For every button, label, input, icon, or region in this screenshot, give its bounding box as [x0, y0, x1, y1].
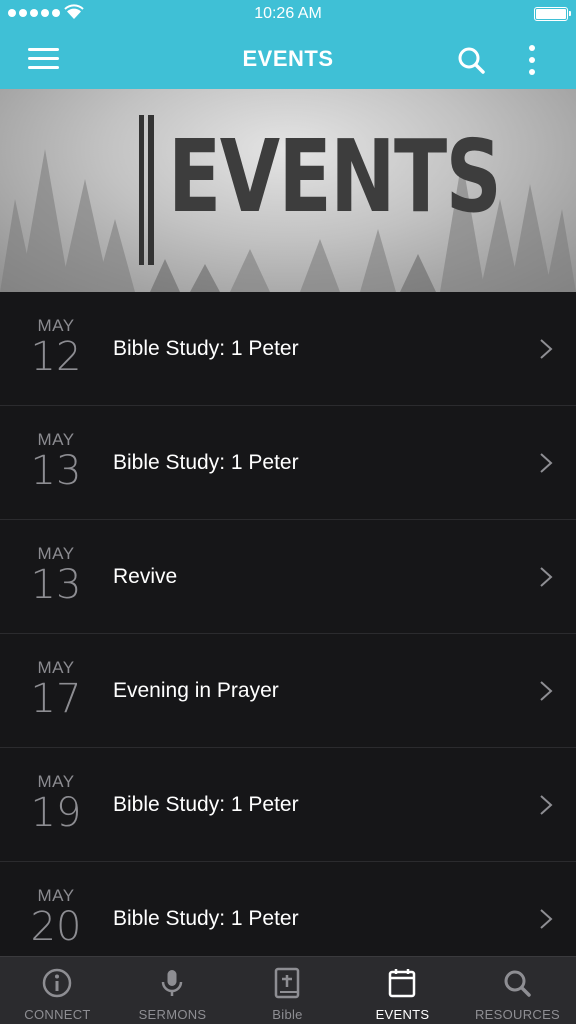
tab-bible[interactable]: Bible — [230, 957, 345, 1024]
microphone-icon — [161, 970, 183, 996]
event-list: MAY 12 Bible Study: 1 Peter MAY 13 Bible Stud… — [0, 292, 576, 956]
event-title: Evening in Prayer — [113, 679, 279, 702]
event-row[interactable]: MAY 17 Evening in Prayer — [0, 634, 576, 748]
more-vertical-icon[interactable] — [520, 43, 544, 77]
event-date: MAY 17 — [20, 658, 92, 719]
search-icon — [504, 970, 531, 997]
tab-label: EVENTS — [375, 1007, 430, 1022]
top-bar: 10:26 AM EVENTS — [0, 0, 576, 89]
info-circle-icon — [42, 968, 72, 998]
calendar-icon — [388, 969, 416, 998]
event-title: Bible Study: 1 Peter — [113, 451, 299, 474]
tab-connect[interactable]: CONNECT — [0, 957, 115, 1024]
chevron-right-icon — [540, 909, 553, 929]
event-date: MAY 13 — [20, 544, 92, 605]
event-row[interactable]: MAY 13 Bible Study: 1 Peter — [0, 406, 576, 520]
event-row[interactable]: MAY 20 Bible Study: 1 Peter — [0, 862, 576, 956]
tab-bar: CONNECT SERMONS Bible EVENTS RESOURCES — [0, 956, 576, 1024]
event-day: 13 — [30, 448, 82, 494]
event-title: Bible Study: 1 Peter — [113, 793, 299, 816]
event-date: MAY 13 — [20, 430, 92, 491]
tab-label: SERMONS — [138, 1007, 207, 1022]
status-bar: 10:26 AM — [0, 0, 576, 30]
event-month: MAY — [37, 772, 75, 791]
event-title: Bible Study: 1 Peter — [113, 907, 299, 930]
chevron-right-icon — [540, 453, 553, 473]
chevron-right-icon — [540, 681, 553, 701]
search-icon[interactable] — [455, 44, 487, 76]
tab-label: Bible — [272, 1007, 303, 1022]
hero-banner: EVENTS — [0, 89, 576, 292]
event-date: MAY 20 — [20, 886, 92, 947]
event-month: MAY — [37, 544, 75, 563]
chevron-right-icon — [540, 339, 553, 359]
event-month: MAY — [37, 886, 75, 905]
tab-events[interactable]: EVENTS — [345, 957, 460, 1024]
event-month: MAY — [37, 658, 75, 677]
bible-icon — [274, 967, 300, 999]
tab-label: RESOURCES — [474, 1007, 561, 1022]
event-row[interactable]: MAY 19 Bible Study: 1 Peter — [0, 748, 576, 862]
chevron-right-icon — [540, 795, 553, 815]
event-row[interactable]: MAY 13 Revive — [0, 520, 576, 634]
event-day: 12 — [30, 334, 82, 380]
chevron-right-icon — [540, 567, 553, 587]
hero-title: EVENTS — [168, 118, 502, 235]
tab-resources[interactable]: RESOURCES — [460, 957, 575, 1024]
page-title: EVENTS — [242, 46, 334, 71]
battery-icon — [534, 7, 571, 21]
event-day: 19 — [30, 790, 82, 836]
event-month: MAY — [37, 430, 75, 449]
event-date: MAY 19 — [20, 772, 92, 833]
event-day: 20 — [30, 904, 82, 950]
event-title: Revive — [113, 565, 178, 588]
event-date: MAY 12 — [20, 316, 92, 377]
event-day: 17 — [30, 676, 82, 722]
event-title: Bible Study: 1 Peter — [113, 337, 299, 360]
event-day: 13 — [30, 562, 82, 608]
tab-sermons[interactable]: SERMONS — [115, 957, 230, 1024]
status-time: 10:26 AM — [254, 5, 322, 22]
tab-label: CONNECT — [24, 1007, 91, 1022]
event-row[interactable]: MAY 12 Bible Study: 1 Peter — [0, 292, 576, 406]
event-month: MAY — [37, 316, 75, 335]
nav-bar: EVENTS — [0, 30, 576, 89]
